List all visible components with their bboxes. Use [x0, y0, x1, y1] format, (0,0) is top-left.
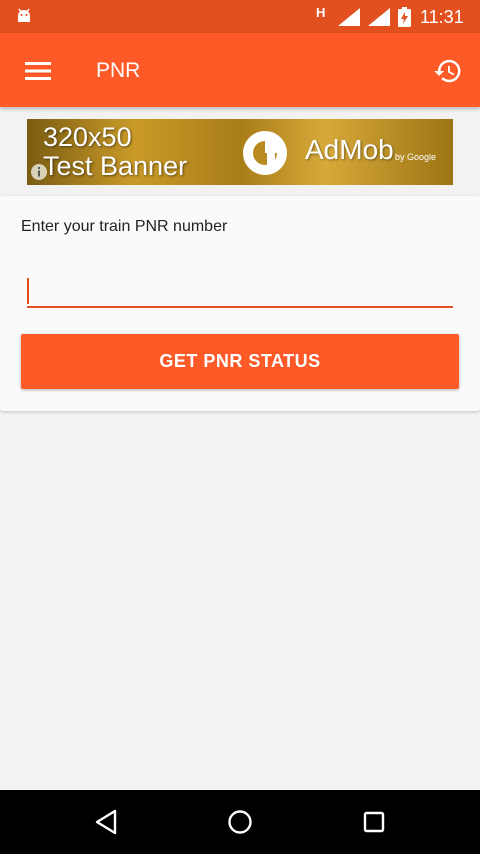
- ad-banner-text: 320x50 Test Banner: [43, 122, 188, 181]
- signal-strength-icon: [338, 8, 360, 26]
- menu-button[interactable]: [14, 51, 62, 91]
- status-time: 11:31: [420, 7, 464, 27]
- history-button[interactable]: [424, 47, 472, 95]
- system-nav-bar: [0, 790, 480, 854]
- network-type-label: H: [316, 5, 326, 20]
- admob-logo-icon: [243, 131, 288, 175]
- android-debug-icon: [18, 8, 30, 22]
- back-button[interactable]: [86, 802, 126, 842]
- home-circle-icon: [228, 810, 252, 834]
- wifi-signal-icon: [368, 8, 390, 26]
- back-triangle-icon: [95, 809, 117, 835]
- history-icon: [434, 59, 461, 83]
- home-button[interactable]: [220, 802, 260, 842]
- hamburger-menu-icon: [25, 62, 51, 80]
- recent-apps-square-icon: [363, 811, 385, 833]
- app-bar: PNR: [0, 33, 480, 107]
- pnr-form-card: Enter your train PNR number GET PNR STAT…: [0, 196, 480, 411]
- text-cursor: [27, 278, 29, 304]
- battery-charging-icon: [398, 7, 411, 27]
- pnr-prompt-label: Enter your train PNR number: [21, 218, 228, 235]
- status-bar: H 11:31: [0, 0, 480, 33]
- recent-apps-button[interactable]: [354, 802, 394, 842]
- admob-brand: AdMob: [305, 134, 394, 165]
- get-pnr-status-button[interactable]: GET PNR STATUS: [21, 334, 459, 389]
- pnr-number-input[interactable]: [27, 268, 453, 308]
- admob-brand-sub: by Google: [395, 152, 437, 162]
- ad-banner[interactable]: 320x50 Test Banner AdMob by Google: [27, 119, 453, 185]
- ad-info-icon[interactable]: [30, 163, 48, 181]
- page-title: PNR: [96, 59, 141, 82]
